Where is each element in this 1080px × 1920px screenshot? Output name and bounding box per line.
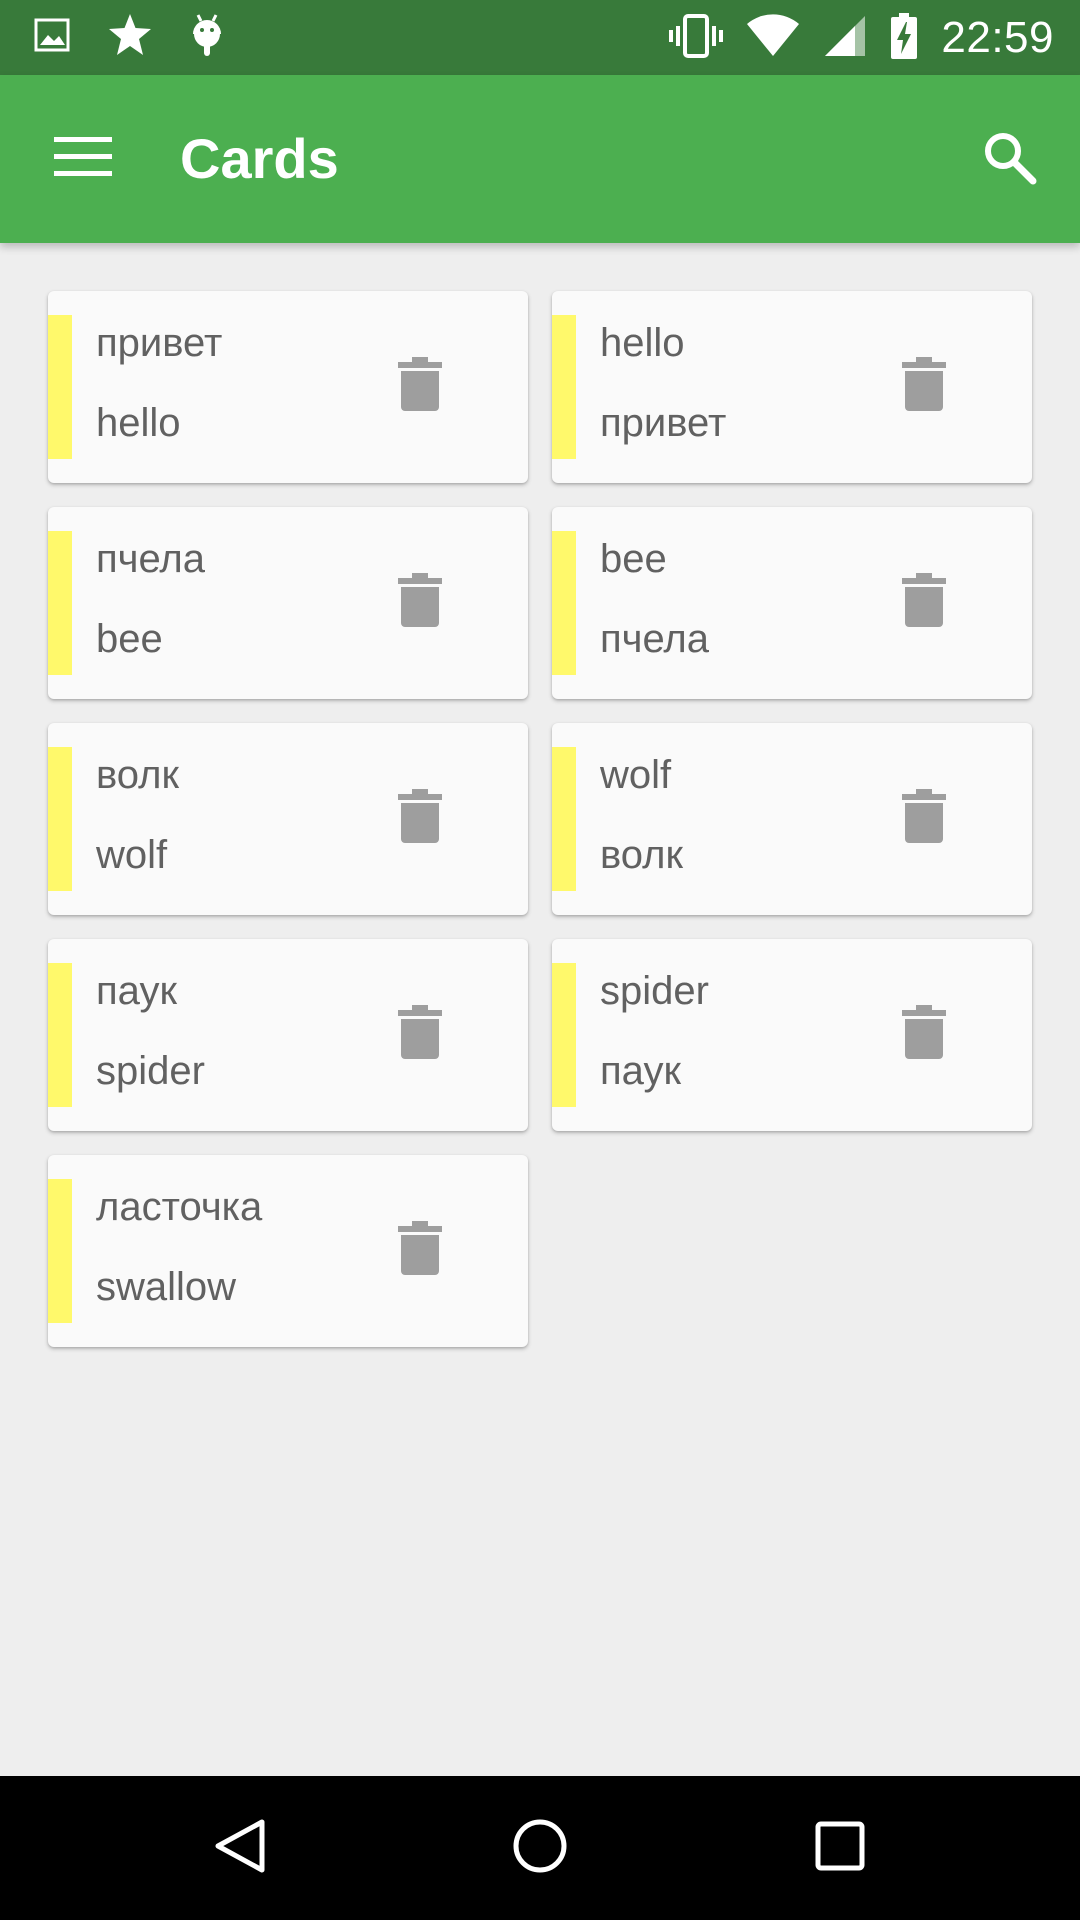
delete-button[interactable] (888, 783, 960, 855)
menu-button[interactable] (38, 119, 128, 199)
recents-icon (810, 1816, 870, 1881)
card-item[interactable]: привет hello (48, 291, 528, 483)
card-front-text: паук (96, 969, 177, 1013)
back-button[interactable] (200, 1808, 280, 1888)
card-item[interactable]: пчела bee (48, 507, 528, 699)
trash-icon (902, 356, 946, 418)
card-front-text: spider (600, 969, 709, 1013)
star-icon (106, 11, 154, 64)
card-accent-bar (552, 315, 576, 459)
card-back-text: swallow (96, 1265, 237, 1309)
battery-charging-icon (889, 12, 919, 65)
search-button[interactable] (964, 119, 1054, 199)
delete-button[interactable] (384, 999, 456, 1071)
card-item[interactable]: волк wolf (48, 723, 528, 915)
home-button[interactable] (500, 1808, 580, 1888)
card-accent-bar (552, 963, 576, 1107)
card-front-text: ласточка (96, 1185, 263, 1229)
card-item[interactable]: bee пчела (552, 507, 1032, 699)
card-front-text: волк (96, 753, 180, 797)
card-back-text: волк (600, 833, 684, 877)
system-status: 22:59 (669, 10, 1054, 66)
card-back-text: wolf (96, 833, 168, 877)
card-back-text: пчела (600, 617, 710, 661)
recents-button[interactable] (800, 1808, 880, 1888)
trash-icon (398, 1004, 442, 1066)
card-accent-bar (48, 1179, 72, 1323)
search-icon (981, 129, 1037, 190)
card-back-text: hello (96, 401, 181, 445)
card-front-text: bee (600, 537, 667, 581)
card-item[interactable]: ласточка swallow (48, 1155, 528, 1347)
back-icon (210, 1816, 270, 1881)
card-front-text: wolf (600, 753, 672, 797)
card-item[interactable]: wolf волк (552, 723, 1032, 915)
card-back-text: bee (96, 617, 163, 661)
home-icon (510, 1816, 570, 1881)
trash-icon (902, 788, 946, 850)
delete-button[interactable] (888, 567, 960, 639)
trash-icon (398, 1220, 442, 1282)
trash-icon (398, 356, 442, 418)
wifi-icon (745, 13, 801, 63)
trash-icon (398, 572, 442, 634)
card-front-text: пчела (96, 537, 206, 581)
notification-icons (34, 12, 224, 62)
delete-button[interactable] (384, 1215, 456, 1287)
card-item[interactable]: паук spider (48, 939, 528, 1131)
card-item[interactable]: spider паук (552, 939, 1032, 1131)
vibrate-icon (669, 13, 724, 63)
hamburger-menu-icon (54, 135, 112, 184)
card-front-text: hello (600, 321, 685, 365)
card-back-text: привет (600, 401, 727, 445)
card-accent-bar (552, 531, 576, 675)
delete-button[interactable] (384, 783, 456, 855)
trash-icon (398, 788, 442, 850)
card-front-text: привет (96, 321, 223, 365)
card-accent-bar (48, 963, 72, 1107)
card-accent-bar (48, 747, 72, 891)
navigation-bar (0, 1776, 1080, 1920)
card-back-text: паук (600, 1049, 681, 1093)
delete-button[interactable] (384, 567, 456, 639)
status-bar: 22:59 (0, 0, 1080, 75)
cards-grid: привет hello hello привет пчела bee bee (48, 291, 1032, 1347)
card-back-text: spider (96, 1049, 205, 1093)
app-toolbar: Cards (0, 75, 1080, 243)
signal-icon (823, 14, 867, 63)
delete-button[interactable] (888, 351, 960, 423)
delete-button[interactable] (888, 999, 960, 1071)
card-accent-bar (48, 315, 72, 459)
page-title: Cards (180, 127, 339, 190)
card-item[interactable]: hello привет (552, 291, 1032, 483)
card-accent-bar (48, 531, 72, 675)
delete-button[interactable] (384, 351, 456, 423)
status-time: 22:59 (941, 13, 1054, 62)
trash-icon (902, 1004, 946, 1066)
card-accent-bar (552, 747, 576, 891)
trash-icon (902, 572, 946, 634)
android-icon (190, 12, 224, 63)
image-icon (34, 17, 70, 58)
